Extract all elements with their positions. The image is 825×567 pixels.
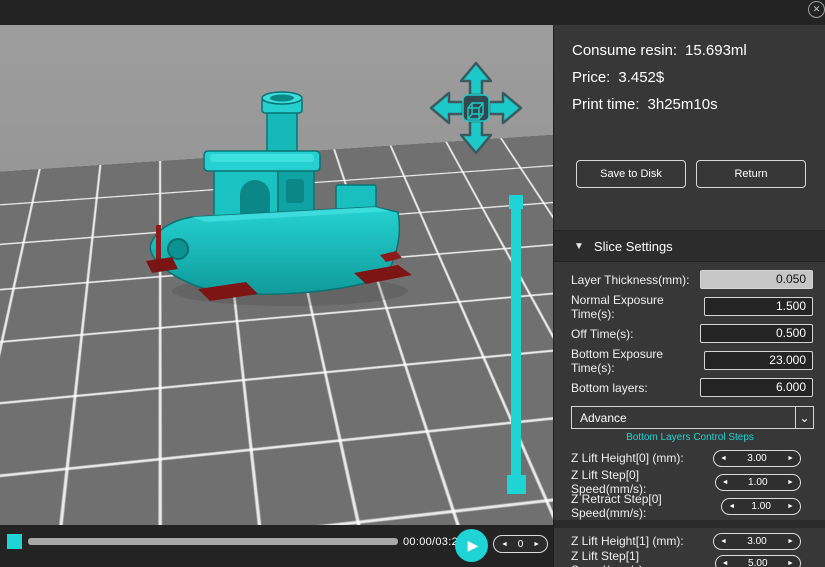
z-lift-height-0-stepper[interactable]: ◄ 3.00 ► (713, 450, 801, 467)
nav-down-arrow[interactable] (461, 121, 491, 153)
price-label: Price: (572, 69, 610, 86)
spinner-left-arrow-icon[interactable]: ◄ (501, 541, 508, 548)
stepper-value: 5.00 (748, 558, 767, 567)
save-to-disk-button[interactable]: Save to Disk (576, 160, 686, 188)
view-navigation-control[interactable] (428, 60, 524, 156)
bottom-steps-list: Z Lift Height[0] (mm): ◄ 3.00 ► Z Lift S… (554, 446, 825, 567)
field-label: Bottom Exposure Time(s): (571, 347, 704, 375)
step-label: Z Retract Step[0] Speed(mm/s): (571, 492, 721, 520)
timeline-track[interactable] (28, 538, 398, 545)
close-button[interactable]: ✕ (808, 1, 825, 18)
benchy-hull (150, 207, 399, 294)
stepper-value: 3.00 (747, 453, 766, 464)
slider-bottom-handle[interactable] (507, 475, 526, 494)
playback-bar: 00:00/03:25 ▶ ◄ 0 ► (0, 525, 553, 567)
field-label: Layer Thickness(mm): (571, 273, 689, 287)
field-off-time: Off Time(s): 0.500 (554, 320, 825, 347)
layer-preview-slider[interactable] (506, 195, 527, 495)
field-normal-exposure: Normal Exposure Time(s): 1.500 (554, 293, 825, 320)
dropdown-chevron-icon[interactable]: ⌄ (795, 407, 813, 428)
stepper-value: 3.00 (747, 536, 766, 547)
close-icon: ✕ (813, 4, 821, 15)
collapse-triangle-icon: ▼ (574, 241, 584, 252)
stepper-right-arrow-icon[interactable]: ► (787, 503, 794, 510)
nav-left-arrow[interactable] (431, 93, 463, 123)
steps-group-divider (554, 520, 825, 528)
price-value: 3.452$ (618, 69, 664, 86)
play-button[interactable]: ▶ (455, 529, 488, 562)
resin-label: Consume resin: (572, 42, 677, 59)
timeline-handle[interactable] (7, 534, 22, 549)
step-z-retract-speed-0: Z Retract Step[0] Speed(mm/s): ◄ 1.00 ► (554, 494, 825, 518)
return-button[interactable]: Return (696, 160, 806, 188)
stepper-left-arrow-icon[interactable]: ◄ (720, 538, 727, 545)
step-label: Z Lift Height[0] (mm): (571, 451, 684, 465)
field-label: Bottom layers: (571, 381, 648, 395)
slice-settings-header[interactable]: ▼ Slice Settings (554, 230, 825, 262)
field-label: Off Time(s): (571, 327, 633, 341)
layer-thickness-input[interactable]: 0.050 (700, 270, 813, 289)
nav-up-arrow[interactable] (461, 63, 491, 95)
print-stats: Consume resin: 15.693ml Price: 3.452$ Pr… (572, 37, 747, 118)
stepper-left-arrow-icon[interactable]: ◄ (722, 560, 729, 567)
z-lift-speed-0-stepper[interactable]: ◄ 1.00 ► (715, 474, 801, 491)
stepper-left-arrow-icon[interactable]: ◄ (728, 503, 735, 510)
viewport-3d[interactable] (0, 25, 553, 525)
step-z-lift-height-0: Z Lift Height[0] (mm): ◄ 3.00 ► (554, 446, 825, 470)
benchy-chimney (262, 92, 302, 157)
off-time-input[interactable]: 0.500 (700, 324, 813, 343)
resin-stat: Consume resin: 15.693ml (572, 37, 747, 64)
slider-track[interactable] (511, 203, 521, 479)
title-bar: ✕ (0, 0, 825, 25)
stepper-right-arrow-icon[interactable]: ► (787, 560, 794, 567)
print-time-stat: Print time: 3h25m10s (572, 91, 747, 118)
print-time-value: 3h25m10s (648, 96, 718, 113)
stepper-left-arrow-icon[interactable]: ◄ (722, 479, 729, 486)
layer-spinner-value: 0 (518, 539, 524, 550)
stepper-value: 1.00 (748, 477, 767, 488)
print-time-label: Print time: (572, 96, 640, 113)
normal-exposure-input[interactable]: 1.500 (704, 297, 813, 316)
slice-settings-fields: Layer Thickness(mm): 0.050 Normal Exposu… (554, 266, 825, 401)
slice-settings-title: Slice Settings (594, 239, 673, 254)
field-layer-thickness: Layer Thickness(mm): 0.050 (554, 266, 825, 293)
stepper-right-arrow-icon[interactable]: ► (787, 455, 794, 462)
z-lift-height-1-stepper[interactable]: ◄ 3.00 ► (713, 533, 801, 550)
bottom-layers-input[interactable]: 6.000 (700, 378, 813, 397)
advance-dropdown[interactable]: Advance ⌄ (571, 406, 814, 429)
layer-spinner[interactable]: ◄ 0 ► (493, 535, 548, 553)
step-z-lift-speed-0: Z Lift Step[0] Speed(mm/s): ◄ 1.00 ► (554, 470, 825, 494)
slider-top-handle[interactable] (509, 195, 523, 209)
step-z-lift-speed-1: Z Lift Step[1] Speed(mm/s): ◄ 5.00 ► (554, 552, 825, 567)
right-panel: Consume resin: 15.693ml Price: 3.452$ Pr… (553, 25, 825, 567)
spinner-right-arrow-icon[interactable]: ► (533, 541, 540, 548)
field-bottom-layers: Bottom layers: 6.000 (554, 374, 825, 401)
field-label: Normal Exposure Time(s): (571, 293, 704, 321)
resin-value: 15.693ml (685, 42, 747, 59)
action-buttons: Save to Disk Return (576, 160, 806, 188)
stepper-right-arrow-icon[interactable]: ► (787, 538, 794, 545)
step-label: Z Lift Height[1] (mm): (571, 534, 684, 548)
stepper-right-arrow-icon[interactable]: ► (787, 479, 794, 486)
z-lift-speed-1-stepper[interactable]: ◄ 5.00 ► (715, 555, 801, 567)
step-label: Z Lift Step[1] Speed(mm/s): (571, 549, 715, 567)
stepper-value: 1.00 (751, 501, 770, 512)
benchy-porthole (168, 239, 188, 259)
price-stat: Price: 3.452$ (572, 64, 747, 91)
field-bottom-exposure: Bottom Exposure Time(s): 23.000 (554, 347, 825, 374)
z-retract-speed-0-stepper[interactable]: ◄ 1.00 ► (721, 498, 801, 515)
play-icon: ▶ (468, 537, 479, 554)
stepper-left-arrow-icon[interactable]: ◄ (720, 455, 727, 462)
bottom-steps-title: Bottom Layers Control Steps (554, 432, 825, 443)
nav-right-arrow[interactable] (489, 93, 521, 123)
model-benchy[interactable] (140, 85, 420, 325)
advance-dropdown-value: Advance (580, 411, 627, 425)
bottom-exposure-input[interactable]: 23.000 (704, 351, 813, 370)
